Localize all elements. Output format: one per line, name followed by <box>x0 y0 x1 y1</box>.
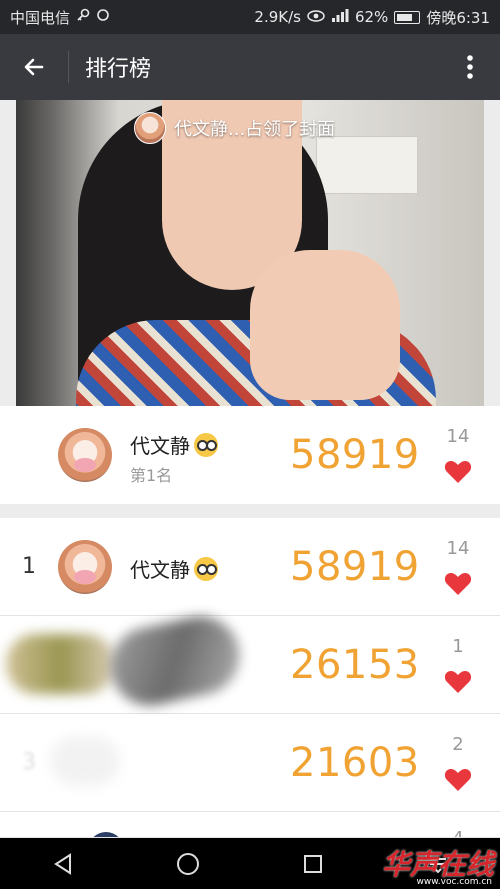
row-like-count: 1 <box>452 636 464 657</box>
row-steps: 58919 <box>290 544 420 590</box>
status-right: 2.9K/s 62% 傍晚6:31 <box>254 7 490 28</box>
row-name: 代文静 <box>130 554 218 583</box>
page-title: 排行榜 <box>85 57 152 82</box>
nav-home-button[interactable] <box>168 844 208 884</box>
wall-calligraphy <box>316 136 418 194</box>
nav-back-button[interactable] <box>43 844 83 884</box>
status-left: 中国电信 <box>10 7 110 28</box>
table-row[interactable]: 3 21603 2 <box>0 714 500 812</box>
row-steps: 26153 <box>290 642 420 688</box>
row-name-text: 代文静 <box>130 558 190 582</box>
triangle-back-icon <box>53 852 71 875</box>
heart-icon[interactable] <box>444 668 472 694</box>
table-row[interactable]: 26153 1 <box>0 609 500 714</box>
heart-icon[interactable] <box>444 570 472 596</box>
nerd-emoji-icon <box>194 556 218 581</box>
square-recents-icon <box>303 854 322 873</box>
eye-icon <box>307 8 325 26</box>
blurred-avatar <box>50 736 120 786</box>
my-name: 代文静 <box>130 430 218 459</box>
blurred-avatar <box>6 634 116 694</box>
watermark-url: www.voc.com.cn <box>416 877 493 887</box>
carrier-label: 中国电信 <box>10 8 71 27</box>
battery-icon <box>394 10 421 24</box>
battery-percent: 62% <box>354 8 389 26</box>
cover-avatar <box>134 112 166 144</box>
cover-caption: 代文静...占领了封面 <box>134 112 335 144</box>
rank-number: 3 <box>22 750 36 775</box>
heart-icon[interactable] <box>444 766 472 792</box>
signal-icon <box>331 8 349 26</box>
cover-hand <box>250 250 400 400</box>
more-button[interactable] <box>440 34 500 100</box>
section-gap <box>0 504 500 518</box>
my-rank-card[interactable]: 代文静 第1名 58919 14 <box>0 406 500 504</box>
status-bar: 中国电信 2.9K/s 62% 傍晚6:31 <box>0 0 500 34</box>
table-row[interactable]: 4 <box>0 812 500 838</box>
row-like-count: 2 <box>452 734 464 755</box>
my-steps: 58919 <box>290 432 420 478</box>
blurred-name <box>103 609 247 713</box>
key-icon <box>76 8 90 26</box>
my-rank-label: 第1名 <box>130 466 173 485</box>
nerd-emoji-icon <box>194 432 218 457</box>
circle-home-icon <box>176 852 199 875</box>
avatar[interactable] <box>58 428 112 482</box>
rank-number: 1 <box>22 554 36 579</box>
app-bar: 排行榜 <box>0 34 500 100</box>
my-like-count: 14 <box>446 426 470 447</box>
clock: 傍晚6:31 <box>426 8 490 27</box>
row-like-count: 14 <box>446 538 470 559</box>
avatar[interactable] <box>58 540 112 594</box>
nav-recents-button[interactable] <box>293 844 333 884</box>
cover-photo[interactable]: 代文静...占领了封面 <box>16 100 484 406</box>
sync-icon <box>96 8 110 26</box>
row-like-count: 4 <box>444 828 472 837</box>
header-divider <box>68 51 69 83</box>
my-name-text: 代文静 <box>130 434 190 458</box>
back-button[interactable] <box>0 34 68 100</box>
arrow-left-icon <box>24 58 44 76</box>
heart-icon[interactable] <box>444 458 472 484</box>
row-steps: 21603 <box>290 740 420 786</box>
more-vertical-icon <box>467 55 473 79</box>
table-row[interactable]: 1 代文静 58919 14 <box>0 518 500 616</box>
network-speed: 2.9K/s <box>254 8 301 26</box>
cover-caption-text: 代文静...占领了封面 <box>174 119 336 140</box>
